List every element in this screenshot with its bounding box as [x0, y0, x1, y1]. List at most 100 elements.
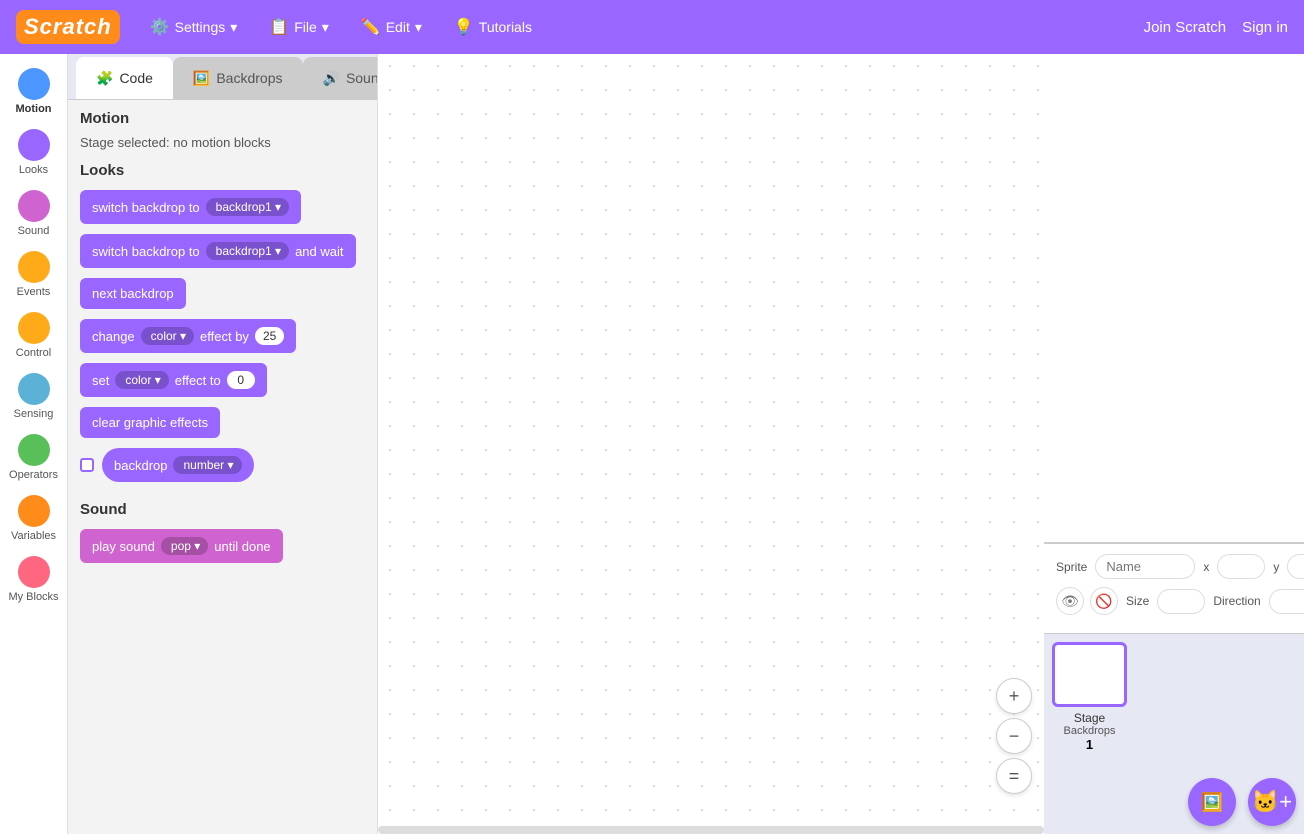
add-sprite-icon: 🐱+	[1252, 789, 1292, 815]
sprite-info-top-row: Sprite x y	[1056, 554, 1292, 579]
looks-section-title: Looks	[80, 162, 365, 179]
nav-settings[interactable]: ⚙️ Settings ▾	[140, 11, 248, 43]
sidebar-item-variables[interactable]: Variables	[3, 489, 65, 548]
operators-dot	[18, 434, 50, 466]
control-dot	[18, 312, 50, 344]
switch-backdrop-wait-block[interactable]: switch backdrop to backdrop1 ▾ and wait	[80, 234, 356, 268]
hide-sprite-button[interactable]: 🚫	[1090, 587, 1118, 615]
sounds-tab-icon: 🔊	[323, 70, 340, 87]
sidebar-item-operators[interactable]: Operators	[3, 428, 65, 487]
change-effect-block[interactable]: change color ▾ effect by 25	[80, 319, 296, 353]
block-clear-effects[interactable]: clear graphic effects	[80, 404, 365, 441]
switch-backdrop-text: switch backdrop to	[92, 200, 200, 215]
clear-effects-block[interactable]: clear graphic effects	[80, 407, 220, 438]
sidebar-item-sensing[interactable]: Sensing	[3, 367, 65, 426]
sidebar-item-control[interactable]: Control	[3, 306, 65, 365]
sound-section-title: Sound	[80, 501, 365, 518]
play-sound-block[interactable]: play sound pop ▾ until done	[80, 529, 283, 563]
motion-section-title: Motion	[80, 110, 365, 127]
add-backdrop-button[interactable]: 🖼️	[1188, 778, 1236, 826]
sidebar-item-motion[interactable]: Motion	[3, 62, 65, 121]
block-backdrop-number[interactable]: backdrop number ▾	[80, 445, 365, 485]
main-layout: Motion Looks Sound Events Control Sensin…	[0, 54, 1304, 834]
block-switch-backdrop[interactable]: switch backdrop to backdrop1 ▾	[80, 187, 365, 227]
sprite-y-input[interactable]	[1287, 554, 1304, 579]
stage-thumbnail[interactable]	[1052, 642, 1127, 707]
sprite-size-input[interactable]	[1157, 589, 1205, 614]
switch-backdrop-block[interactable]: switch backdrop to backdrop1 ▾	[80, 190, 301, 224]
editor-tabs: 🧩 Code 🖼️ Backdrops 🔊 Sounds ▶ ⬤ ⬜ ▭ ⛶	[68, 54, 377, 100]
zoom-in-button[interactable]: +	[996, 678, 1032, 714]
nav-tutorials[interactable]: 💡 Tutorials	[444, 11, 542, 43]
stage-box[interactable]: Stage Backdrops 1	[1052, 642, 1127, 752]
add-sprite-button[interactable]: 🐱+	[1248, 778, 1296, 826]
category-sidebar: Motion Looks Sound Events Control Sensin…	[0, 54, 68, 834]
sidebar-item-looks[interactable]: Looks	[3, 123, 65, 182]
tab-backdrops[interactable]: 🖼️ Backdrops	[173, 57, 303, 99]
show-sprite-button[interactable]: 👁	[1056, 587, 1084, 615]
code-tab-icon: 🧩	[96, 70, 113, 87]
sidebar-item-sound[interactable]: Sound	[3, 184, 65, 243]
add-backdrop-icon: 🖼️	[1201, 792, 1223, 813]
sprite-info-panel: Sprite x y 👁 🚫 Size Direction	[1044, 544, 1304, 634]
block-next-backdrop[interactable]: next backdrop	[80, 275, 365, 312]
edit-icon: ✏️	[361, 17, 381, 37]
set-text: set	[92, 373, 109, 388]
tutorials-label: Tutorials	[479, 19, 532, 35]
next-backdrop-text: next backdrop	[92, 286, 174, 301]
number-dropdown[interactable]: number ▾	[173, 456, 241, 474]
effect-to-input[interactable]: 0	[227, 371, 255, 389]
next-backdrop-block[interactable]: next backdrop	[80, 278, 186, 309]
sprite-direction-input[interactable]	[1269, 589, 1304, 614]
sidebar-item-events[interactable]: Events	[3, 245, 65, 304]
effect-value-input[interactable]: 25	[255, 327, 284, 345]
sidebar-item-myblocks[interactable]: My Blocks	[3, 550, 65, 609]
block-set-effect[interactable]: set color ▾ effect to 0	[80, 360, 365, 400]
backdrop-dropdown-2[interactable]: backdrop1 ▾	[206, 242, 289, 260]
settings-label: Settings	[175, 19, 226, 35]
color-dropdown-2[interactable]: color ▾	[115, 371, 168, 389]
file-label: File	[294, 19, 317, 35]
sound-dropdown[interactable]: pop ▾	[161, 537, 208, 555]
stage-sprite-selector: Stage Backdrops 1	[1044, 634, 1304, 774]
backdrop-number-block[interactable]: backdrop number ▾	[102, 448, 254, 482]
file-chevron: ▾	[322, 19, 329, 36]
block-switch-backdrop-wait[interactable]: switch backdrop to backdrop1 ▾ and wait	[80, 231, 365, 271]
scratch-logo[interactable]: Scratch	[16, 10, 120, 44]
block-change-effect[interactable]: change color ▾ effect by 25	[80, 316, 365, 356]
x-label: x	[1203, 560, 1209, 574]
motion-label: Motion	[15, 103, 51, 115]
sound-label: Sound	[18, 225, 50, 237]
nav-file[interactable]: 📋 File ▾	[259, 11, 339, 43]
right-panel: Sprite x y 👁 🚫 Size Direction	[1044, 54, 1304, 834]
operators-label: Operators	[9, 469, 58, 481]
tab-sounds[interactable]: 🔊 Sounds	[303, 57, 379, 99]
stage-sprite-row: Stage Backdrops 1	[1052, 642, 1296, 752]
change-text: change	[92, 329, 135, 344]
color-dropdown-1[interactable]: color ▾	[141, 327, 194, 345]
sprite-label-text: Sprite	[1056, 560, 1087, 574]
backdrop-number-checkbox[interactable]	[80, 458, 94, 472]
motion-dot	[18, 68, 50, 100]
code-tab-label: Code	[119, 70, 152, 86]
clear-effects-text: clear graphic effects	[92, 415, 208, 430]
horizontal-scrollbar[interactable]	[378, 826, 1044, 834]
sprite-name-input[interactable]	[1095, 554, 1195, 579]
tab-code[interactable]: 🧩 Code	[76, 57, 173, 99]
backdrops-label: Backdrops	[1064, 725, 1116, 737]
zoom-out-button[interactable]: −	[996, 718, 1032, 754]
zoom-reset-button[interactable]: =	[996, 758, 1032, 794]
sprite-x-input[interactable]	[1217, 554, 1265, 579]
switch-backdrop-wait-text2: and wait	[295, 244, 343, 259]
until-done-text: until done	[214, 539, 270, 554]
y-label: y	[1273, 560, 1279, 574]
set-effect-block[interactable]: set color ▾ effect to 0	[80, 363, 267, 397]
edit-chevron: ▾	[415, 19, 422, 36]
sign-in-link[interactable]: Sign in	[1242, 19, 1288, 36]
logo[interactable]: Scratch	[16, 10, 120, 44]
join-scratch-link[interactable]: Join Scratch	[1144, 19, 1227, 36]
nav-edit[interactable]: ✏️ Edit ▾	[351, 11, 432, 43]
block-play-sound[interactable]: play sound pop ▾ until done	[80, 526, 365, 566]
stage-preview	[1044, 54, 1304, 544]
backdrop-dropdown-1[interactable]: backdrop1 ▾	[206, 198, 289, 216]
